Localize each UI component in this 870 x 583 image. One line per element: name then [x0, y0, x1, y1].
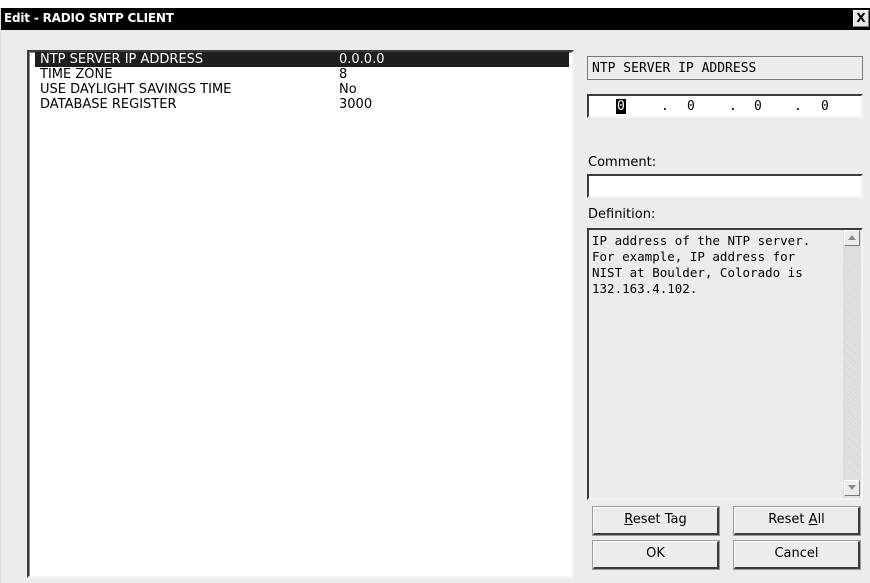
definition-text: IP address of the NTP server. For exampl… — [592, 233, 811, 296]
row-name: USE DAYLIGHT SAVINGS TIME — [40, 82, 232, 97]
reset-tag-mnemonic: R — [624, 512, 633, 527]
scroll-down-button[interactable] — [844, 480, 860, 496]
scroll-up-arrow-icon — [848, 235, 856, 240]
reset-all-button[interactable]: Reset All — [733, 506, 861, 536]
row-value: 8 — [339, 67, 348, 82]
row-name: TIME ZONE — [40, 67, 113, 82]
cancel-button[interactable]: Cancel — [733, 540, 861, 570]
scroll-down-arrow-icon — [848, 485, 856, 490]
ok-button[interactable]: OK — [592, 540, 720, 570]
reset-all-mnemonic: A — [808, 512, 818, 527]
ip-octet-4[interactable]: 0 — [821, 99, 829, 114]
close-icon: X — [856, 11, 866, 25]
row-name: NTP SERVER IP ADDRESS — [40, 52, 204, 67]
ok-label: OK — [646, 546, 665, 561]
reset-tag-label: eset Tag — [632, 512, 687, 527]
reset-all-label-prefix: Reset — [768, 512, 809, 527]
edit-dialog: Edit - RADIO SNTP CLIENT X NTP SERVER IP… — [0, 8, 870, 583]
row-value: 0.0.0.0 — [339, 52, 385, 67]
ip-octet-1[interactable]: 0 — [616, 99, 626, 114]
close-button[interactable]: X — [853, 10, 869, 27]
row-name: DATABASE REGISTER — [40, 97, 177, 112]
ip-separator: . — [661, 99, 669, 114]
ip-octet-3[interactable]: 0 — [754, 99, 762, 114]
ip-octet-2[interactable]: 0 — [687, 99, 695, 114]
definition-box: IP address of the NTP server. For exampl… — [587, 228, 863, 500]
list-row[interactable]: NTP SERVER IP ADDRESS 0.0.0.0 — [35, 52, 569, 67]
field-caption: NTP SERVER IP ADDRESS — [587, 56, 863, 80]
reset-all-label: ll — [817, 512, 825, 527]
comment-input[interactable] — [587, 174, 863, 198]
parameter-list[interactable]: NTP SERVER IP ADDRESS 0.0.0.0 TIME ZONE … — [27, 50, 574, 578]
row-value: No — [339, 82, 357, 97]
title-bar[interactable]: Edit - RADIO SNTP CLIENT X — [1, 8, 870, 30]
window-title: Edit - RADIO SNTP CLIENT — [4, 11, 174, 25]
ip-separator: . — [729, 99, 737, 114]
row-value: 3000 — [339, 97, 373, 112]
comment-label: Comment: — [588, 155, 657, 170]
reset-tag-button[interactable]: Reset Tag — [592, 506, 720, 536]
list-row[interactable]: DATABASE REGISTER 3000 — [35, 97, 569, 112]
ip-address-input[interactable]: 0 . 0 . 0 . 0 — [587, 94, 863, 118]
scroll-up-button[interactable] — [844, 230, 860, 246]
cancel-label: Cancel — [774, 546, 819, 561]
list-row[interactable]: USE DAYLIGHT SAVINGS TIME No — [35, 82, 569, 97]
ip-separator: . — [794, 99, 802, 114]
definition-label: Definition: — [588, 207, 656, 222]
definition-scrollbar[interactable] — [843, 230, 861, 498]
list-row[interactable]: TIME ZONE 8 — [35, 67, 569, 82]
